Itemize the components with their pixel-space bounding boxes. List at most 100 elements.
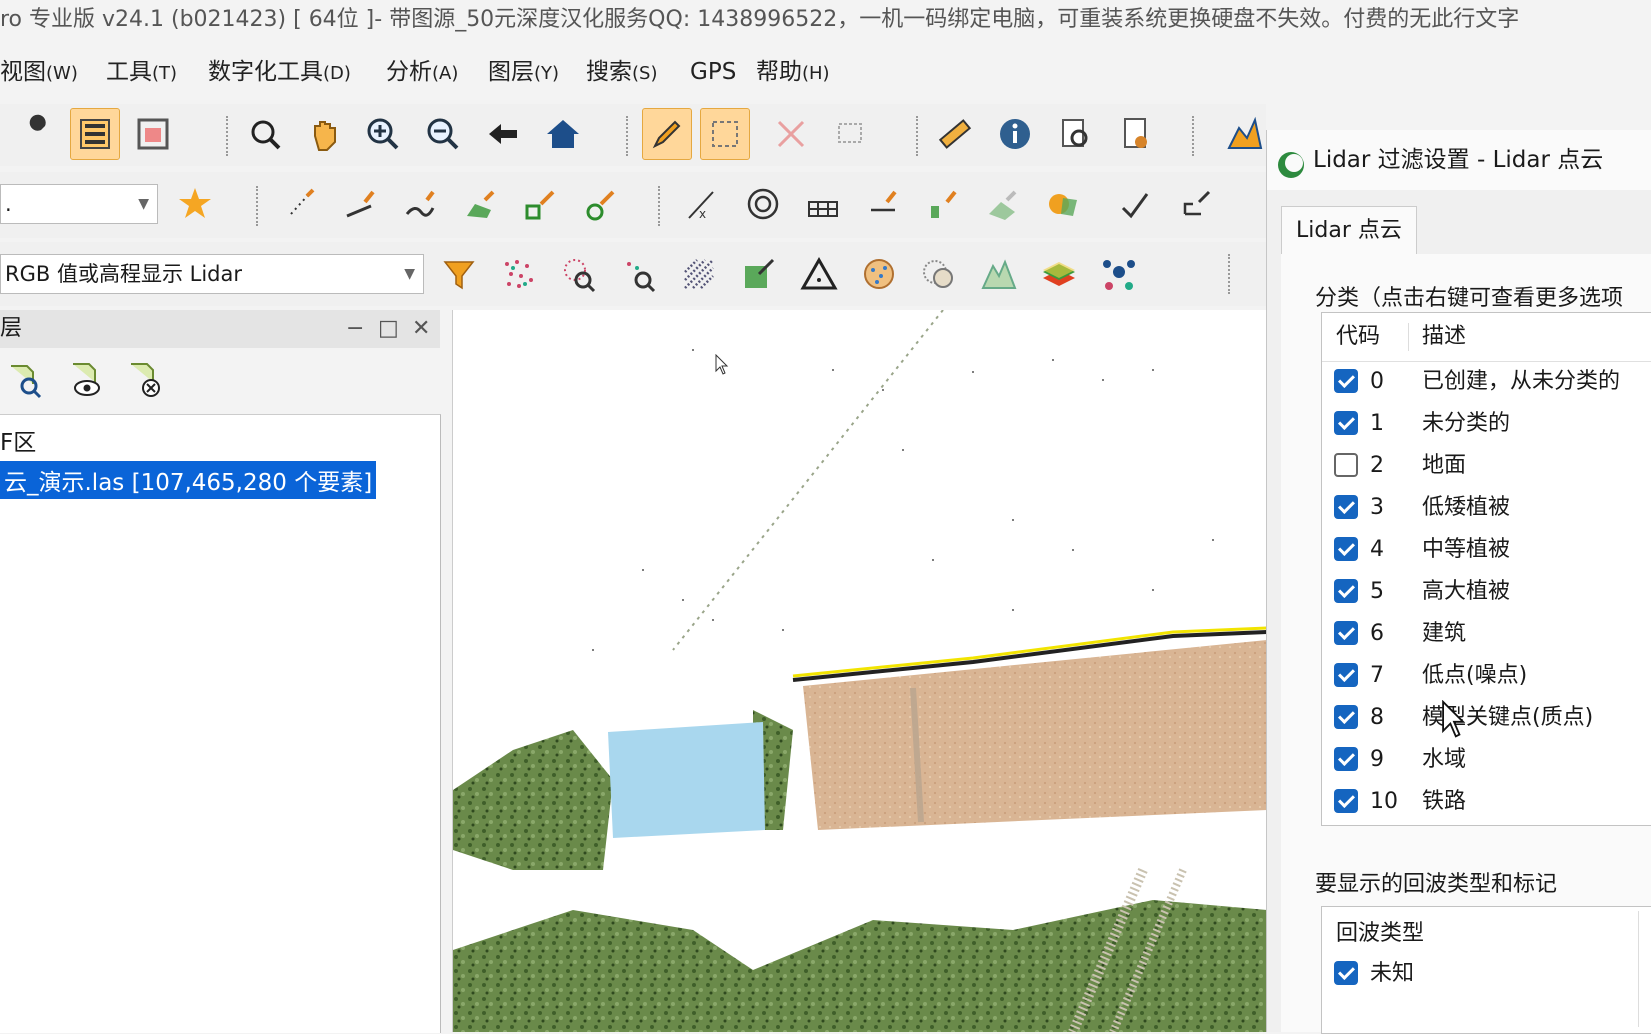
- digitize-rectangle-icon[interactable]: [516, 178, 566, 230]
- class-row[interactable]: 1 未分类的: [1322, 403, 1651, 445]
- terrain-profile-icon[interactable]: [1220, 108, 1270, 160]
- toolbar-grip[interactable]: [626, 116, 632, 156]
- class-row[interactable]: 10 铁路: [1322, 781, 1651, 823]
- col-code-header[interactable]: 代码: [1336, 313, 1380, 361]
- lidar-pick-icon[interactable]: [614, 248, 664, 300]
- point-cloud-icon[interactable]: [494, 248, 544, 300]
- class-row[interactable]: 11道路: [1322, 823, 1651, 825]
- tree-workspace-node[interactable]: F区: [0, 423, 36, 457]
- class-checkbox[interactable]: [1334, 747, 1358, 771]
- check-edit-icon[interactable]: [1112, 178, 1162, 230]
- zoom-select-icon[interactable]: [240, 108, 290, 160]
- edit-pencil-icon[interactable]: [642, 108, 692, 160]
- menu-search[interactable]: 搜索(S): [586, 46, 657, 100]
- search-feature-icon[interactable]: [1050, 108, 1100, 160]
- lidar-display-select[interactable]: RGB 值或高程显示 Lidar ▼: [0, 254, 424, 294]
- snap-target-icon[interactable]: [738, 178, 788, 230]
- coordinate-entry-icon[interactable]: x: [678, 178, 728, 230]
- class-checkbox[interactable]: [1334, 621, 1358, 645]
- class-row[interactable]: 9 水域: [1322, 739, 1651, 781]
- maximize-icon[interactable]: □: [378, 310, 399, 348]
- digitize-curve-icon[interactable]: [396, 178, 446, 230]
- class-row[interactable]: 2 地面: [1322, 445, 1651, 487]
- scrollbar[interactable]: [1638, 911, 1649, 1027]
- zoom-out-icon[interactable]: [418, 108, 468, 160]
- class-row[interactable]: 5 高大植被: [1322, 571, 1651, 613]
- class-row[interactable]: 6 建筑: [1322, 613, 1651, 655]
- terrain-icon[interactable]: [974, 248, 1024, 300]
- layer-visibility-eye-icon[interactable]: [60, 354, 110, 406]
- class-row[interactable]: 3 低矮植被: [1322, 487, 1651, 529]
- class-row[interactable]: 0 已创建，从未分类的: [1322, 361, 1651, 403]
- style-combo[interactable]: . ▼: [0, 184, 158, 224]
- class-checkbox[interactable]: [1334, 537, 1358, 561]
- menu-help[interactable]: 帮助(H): [756, 46, 830, 100]
- class-checkbox[interactable]: [1334, 411, 1358, 435]
- combine-shapes-icon[interactable]: [1038, 178, 1088, 230]
- lidar-filter-icon[interactable]: [434, 248, 484, 300]
- measure-ruler-icon[interactable]: [930, 108, 980, 160]
- digitize-line-icon[interactable]: [336, 178, 386, 230]
- menu-gps[interactable]: GPS: [690, 46, 736, 98]
- class-checkbox[interactable]: [1334, 495, 1358, 519]
- layers-control-icon[interactable]: [70, 108, 120, 160]
- toolbar-grip[interactable]: [1192, 116, 1198, 156]
- toolbar-grip[interactable]: [916, 116, 922, 156]
- minimize-icon[interactable]: −: [346, 310, 364, 348]
- toolbar-grip[interactable]: [1228, 254, 1234, 294]
- class-row[interactable]: 8 模型关键点(质点): [1322, 697, 1651, 739]
- lidar-network-icon[interactable]: [1094, 248, 1144, 300]
- map-view[interactable]: [452, 310, 1267, 1032]
- digitize-circle-icon[interactable]: [576, 178, 626, 230]
- lidar-colorize-icon[interactable]: [914, 248, 964, 300]
- lidar-search-icon[interactable]: [554, 248, 604, 300]
- class-checkbox[interactable]: [1334, 579, 1358, 603]
- dialog-titlebar[interactable]: Lidar 过滤设置 - Lidar 点云: [1267, 130, 1651, 190]
- layer-remove-icon[interactable]: [120, 354, 170, 406]
- toolbar-grip[interactable]: [658, 186, 664, 226]
- class-checkbox[interactable]: [1334, 369, 1358, 393]
- grid-digitize-icon[interactable]: [798, 178, 848, 230]
- delete-feature-icon[interactable]: [766, 108, 816, 160]
- script-settings-icon[interactable]: [1110, 108, 1160, 160]
- menu-analysis[interactable]: 分析(A): [386, 46, 458, 100]
- pan-hand-icon[interactable]: [300, 108, 350, 160]
- return-row[interactable]: 未知: [1322, 953, 1651, 995]
- feature-split-icon[interactable]: [918, 178, 968, 230]
- menu-digitizer[interactable]: 数字化工具(D): [208, 46, 351, 100]
- tab-lidar-cloud[interactable]: Lidar 点云: [1281, 206, 1417, 255]
- digitize-points-icon[interactable]: [276, 178, 326, 230]
- info-icon[interactable]: [990, 108, 1040, 160]
- toolbar-grip[interactable]: [256, 186, 262, 226]
- feature-edit-icon[interactable]: [826, 108, 876, 160]
- digitize-area-icon[interactable]: [456, 178, 506, 230]
- overview-window-icon[interactable]: [128, 108, 178, 160]
- area-edit-icon[interactable]: [978, 178, 1028, 230]
- class-row[interactable]: 7 低点(噪点): [1322, 655, 1651, 697]
- lidar-edit-icon[interactable]: [734, 248, 784, 300]
- favorites-star-icon[interactable]: [170, 178, 220, 230]
- toolbar-grip[interactable]: [226, 116, 232, 156]
- class-checkbox[interactable]: [1334, 453, 1358, 477]
- back-arrow-icon[interactable]: [478, 108, 528, 160]
- vertex-edit-icon[interactable]: [858, 178, 908, 230]
- col-desc-header[interactable]: 描述: [1422, 313, 1466, 361]
- layer-stack-icon[interactable]: [1034, 248, 1084, 300]
- class-row[interactable]: 4 中等植被: [1322, 529, 1651, 571]
- home-icon[interactable]: [538, 108, 588, 160]
- menu-tools[interactable]: 工具(T): [106, 46, 177, 100]
- class-checkbox[interactable]: [1334, 663, 1358, 687]
- return-checkbox[interactable]: [1334, 961, 1358, 985]
- tree-layer-lidar[interactable]: 云_演示.las [107,465,280 个要素]: [0, 461, 377, 499]
- advanced-digitize-icon[interactable]: [1172, 178, 1222, 230]
- wrench-icon[interactable]: [12, 108, 62, 160]
- lidar-grid-icon[interactable]: [674, 248, 724, 300]
- class-checkbox[interactable]: [1334, 789, 1358, 813]
- class-checkbox[interactable]: [1334, 705, 1358, 729]
- close-icon[interactable]: ✕: [412, 310, 430, 348]
- zoom-in-icon[interactable]: [358, 108, 408, 160]
- layer-zoom-icon[interactable]: [0, 354, 50, 406]
- triangulation-icon[interactable]: [794, 248, 844, 300]
- menu-view[interactable]: 视图(W): [0, 46, 78, 100]
- menu-layer[interactable]: 图层(Y): [488, 46, 559, 100]
